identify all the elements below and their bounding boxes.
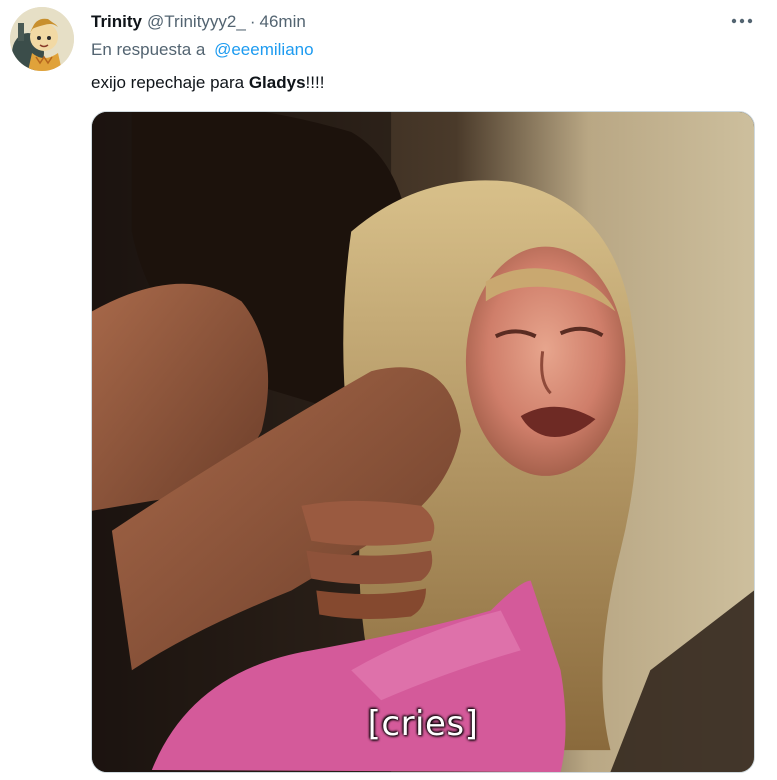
reply-context: En respuesta a @eeemiliano <box>91 40 314 60</box>
tweet-text: exijo repechaje para Gladys!!!! <box>91 73 324 93</box>
tweet-header: Trinity @Trinityyy2_ · 46min <box>91 10 306 34</box>
reply-mention-link[interactable]: @eeemiliano <box>214 40 313 59</box>
more-options-button[interactable] <box>729 10 755 32</box>
tweet-text-bold: Gladys <box>248 73 306 92</box>
timestamp[interactable]: 46min <box>260 12 306 32</box>
tweet-text-end: !!!! <box>305 73 325 92</box>
display-name[interactable]: Trinity <box>91 12 142 32</box>
avatar-image <box>10 7 74 71</box>
media-subtitle: [cries] <box>367 704 479 744</box>
more-horizontal-icon <box>731 18 753 24</box>
reply-prefix: En respuesta a <box>91 40 206 59</box>
user-handle[interactable]: @Trinityyy2_ <box>147 12 246 32</box>
tweet: Trinity @Trinityyy2_ · 46min En respuest… <box>0 0 777 780</box>
tweet-media-image[interactable]: [cries] <box>91 111 755 773</box>
avatar[interactable] <box>10 7 74 71</box>
tweet-text-start: exijo repechaje para <box>91 73 249 92</box>
separator-dot: · <box>249 12 256 31</box>
media-picture <box>92 112 754 772</box>
